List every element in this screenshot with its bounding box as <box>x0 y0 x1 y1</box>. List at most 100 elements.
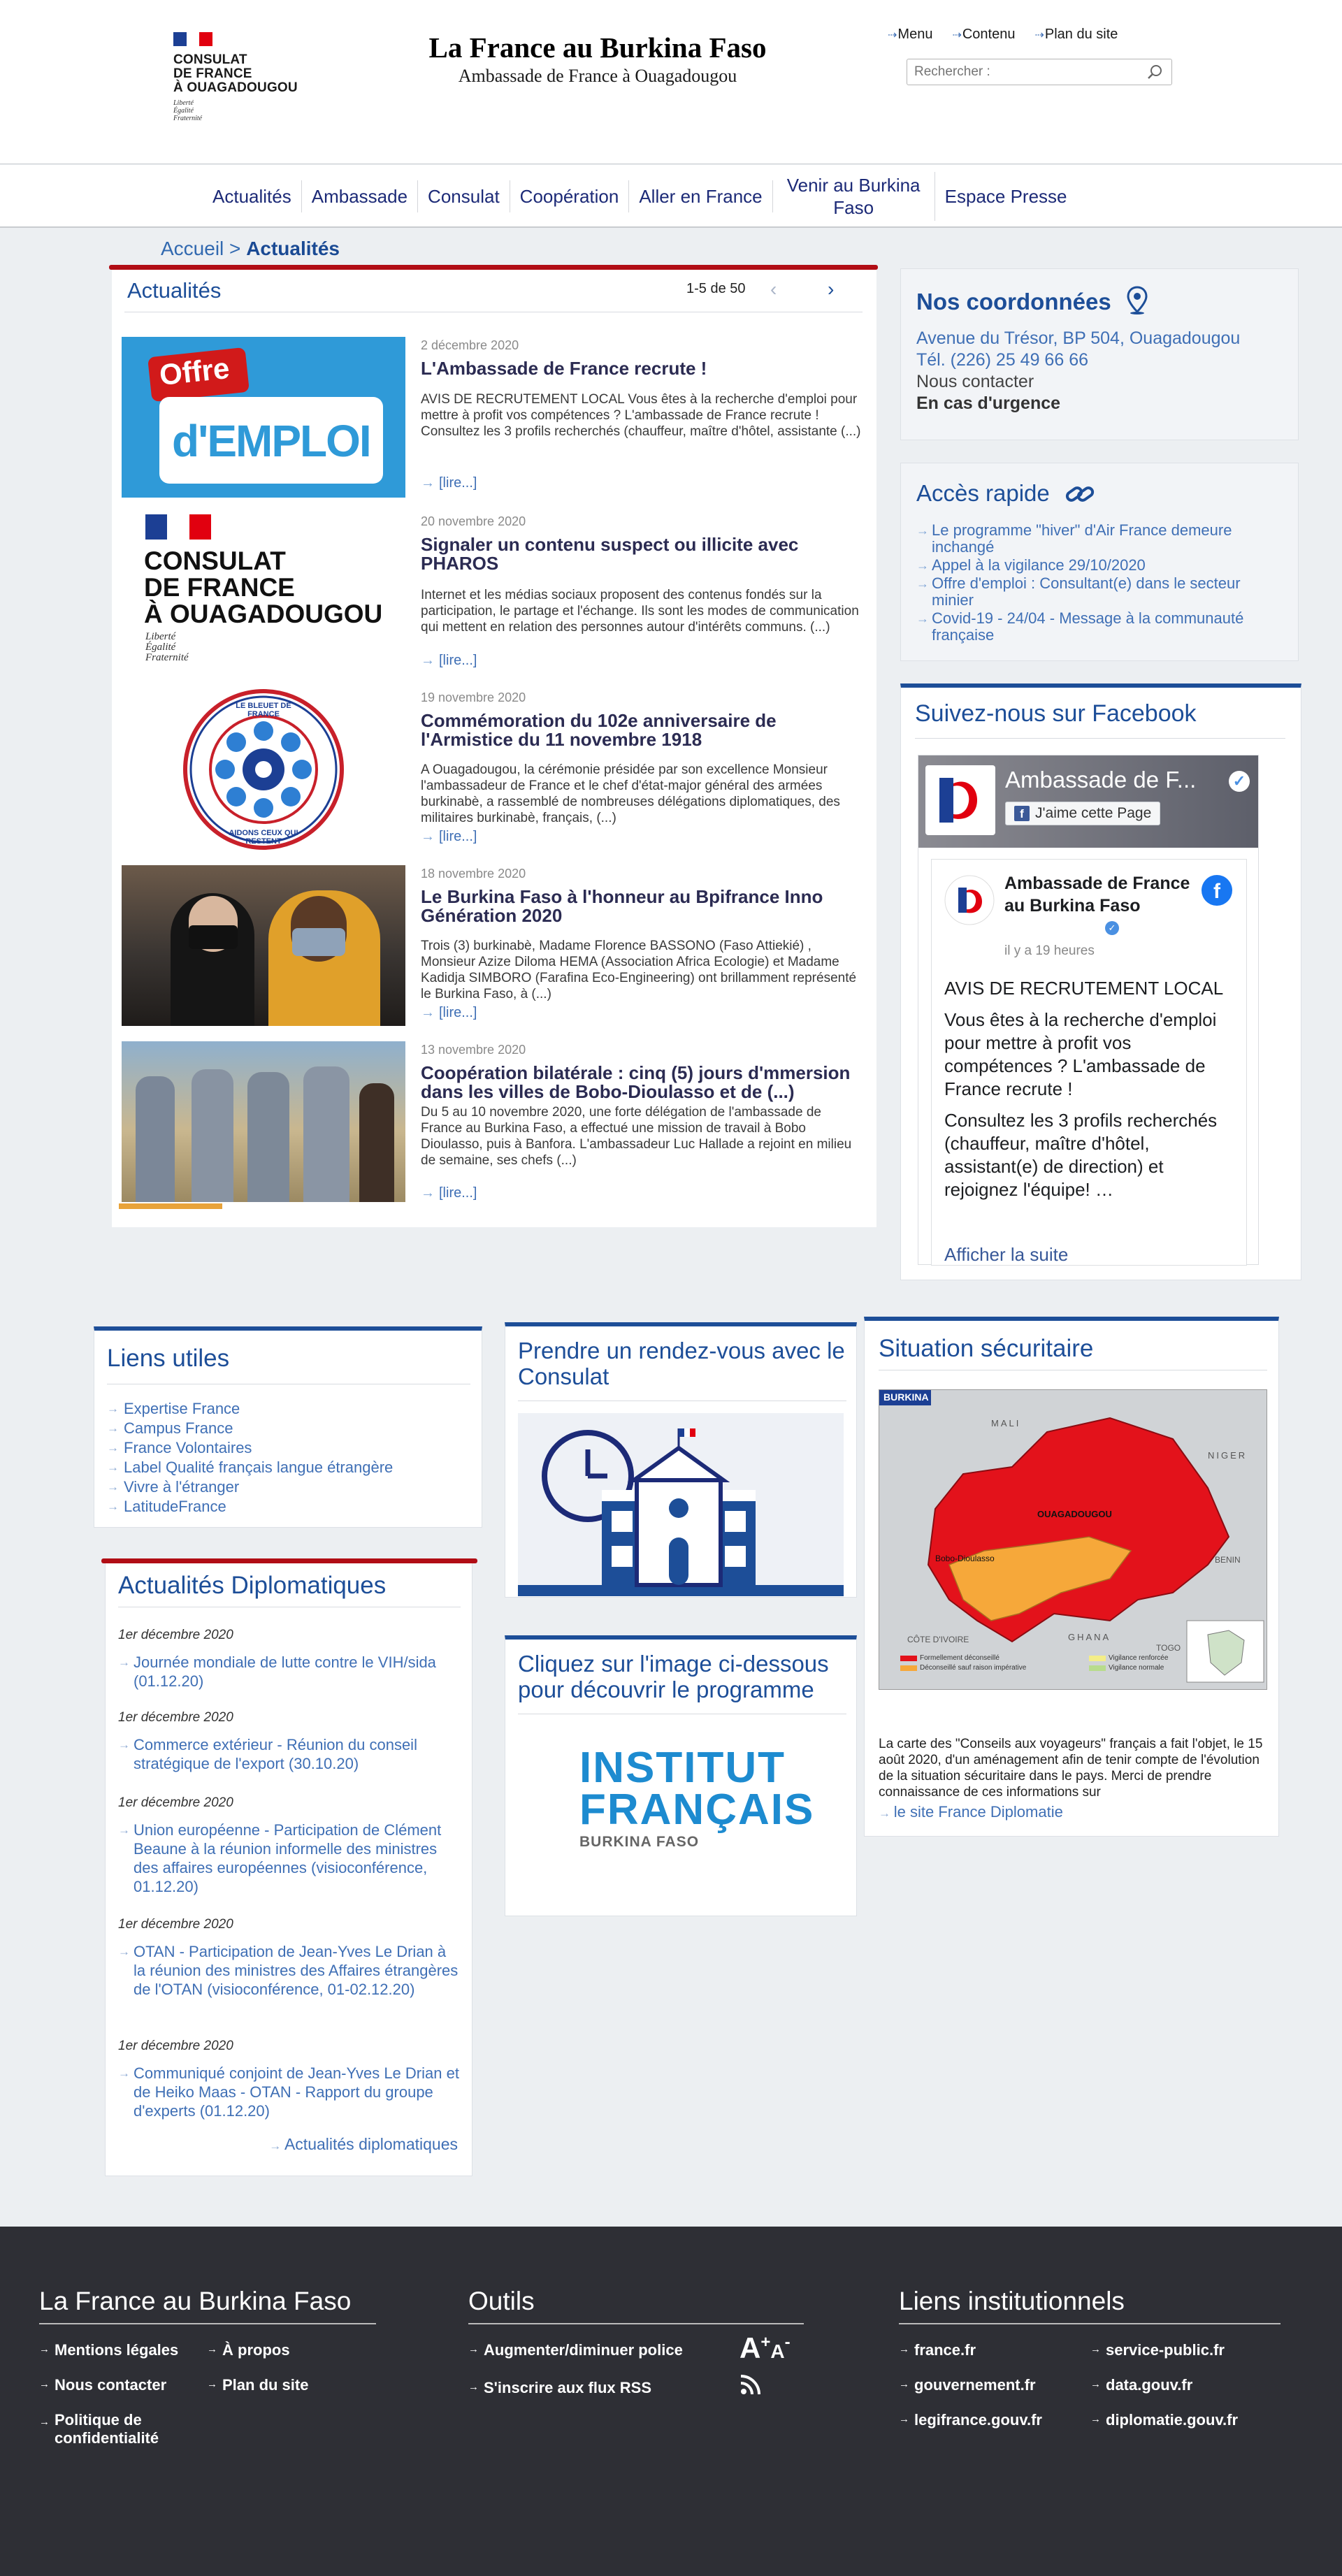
mentions-legales-link[interactable]: Mentions légales <box>39 2341 178 2359</box>
phone-text: Tél. (226) 25 49 66 66 <box>916 350 1088 370</box>
liens-utiles-box: Liens utiles Expertise France Campus Fra… <box>94 1326 482 1528</box>
breadcrumb-home[interactable]: Accueil <box>161 238 224 259</box>
post-page-name[interactable]: Ambassade de France au Burkina Faso <box>1004 872 1193 917</box>
font-size-icon[interactable]: A+A- <box>739 2331 791 2365</box>
urgence-link[interactable]: En cas d'urgence <box>916 393 1240 414</box>
read-more-link[interactable]: → [lire...] <box>421 829 477 845</box>
nav-item-consulat[interactable]: Consulat <box>418 180 510 212</box>
news-title: Actualités <box>127 278 222 303</box>
read-more-link[interactable]: → [lire...] <box>421 1005 477 1021</box>
cooperation-photo[interactable] <box>122 1041 405 1202</box>
arrow-icon: ⇢ <box>888 29 897 41</box>
coordonnees-box: Nos coordonnées Avenue du Trésor, BP 504… <box>900 268 1299 440</box>
data-gouv-link[interactable]: data.gouv.fr <box>1090 2376 1192 2394</box>
facebook-page-name[interactable]: Ambassade de F... <box>1005 767 1196 793</box>
article-title[interactable]: Le Burkina Faso à l'honneur au Bpifrance… <box>421 888 861 925</box>
liens-utiles-link[interactable]: Expertise France <box>107 1399 393 1419</box>
map-place: CÔTE D'IVOIRE <box>907 1635 969 1644</box>
security-map[interactable]: BURKINA MALI NIGER OUAGADOUGOU GHANA BEN… <box>879 1389 1267 1690</box>
nous-contacter-footer-link[interactable]: Nous contacter <box>39 2376 166 2394</box>
article-date: 19 novembre 2020 <box>421 690 526 704</box>
acces-rapide-link[interactable]: Appel à la vigilance 29/10/2020 <box>916 557 1280 574</box>
politique-confidentialite-link[interactable]: Politique de confidentialité <box>39 2411 179 2447</box>
article-title[interactable]: Signaler un contenu suspect ou illicite … <box>421 535 861 573</box>
nous-contacter-link[interactable]: Nous contacter <box>916 371 1240 393</box>
article-date: 2 décembre 2020 <box>421 338 519 352</box>
thumb-text: DE FRANCE <box>144 573 295 602</box>
chevron-left-icon[interactable]: ‹ <box>770 278 777 301</box>
acces-rapide-link[interactable]: Covid-19 - 24/04 - Message à la communau… <box>916 610 1280 644</box>
liens-utiles-link[interactable]: Campus France <box>107 1419 393 1438</box>
nav-item-espace-presse[interactable]: Espace Presse <box>935 180 1077 212</box>
map-legend: Vigilance renforcée <box>1109 1654 1169 1662</box>
legifrance-link[interactable]: legifrance.gouv.fr <box>899 2411 1042 2429</box>
acces-rapide-link[interactable]: Offre d'emploi : Consultant(e) dans le s… <box>916 575 1280 609</box>
acces-rapide-link[interactable]: Le programme "hiver" d'Air France demeur… <box>916 522 1280 556</box>
a-propos-link[interactable]: À propos <box>207 2341 290 2359</box>
font-size-link[interactable]: Augmenter/diminuer police <box>468 2341 683 2359</box>
all-diplo-link[interactable]: → Actualités diplomatiques <box>269 2135 458 2154</box>
institut-francais-box: Cliquez sur l'image ci-dessous pour déco… <box>505 1635 857 1916</box>
article-body: Internet et les médias sociaux proposent… <box>421 588 859 635</box>
gouvernement-link[interactable]: gouvernement.fr <box>899 2376 1036 2394</box>
liens-utiles-link[interactable]: LatitudeFrance <box>107 1497 393 1517</box>
article-title[interactable]: Coopération bilatérale : cinq (5) jours … <box>421 1064 861 1101</box>
article-body: AVIS DE RECRUTEMENT LOCAL Vous êtes à la… <box>421 392 861 439</box>
facebook-cover[interactable]: Ambassade de F... ✓ f J'aime cette Page <box>918 755 1258 848</box>
facebook-logo-icon[interactable]: f <box>1202 875 1232 906</box>
service-public-link[interactable]: service-public.fr <box>1090 2341 1225 2359</box>
link-chain-icon <box>1065 486 1095 502</box>
article-title[interactable]: L'Ambassade de France recrute ! <box>421 359 861 378</box>
like-page-button[interactable]: f J'aime cette Page <box>1005 802 1161 825</box>
see-more-link[interactable]: Afficher la suite <box>944 1244 1068 1266</box>
france-fr-link[interactable]: france.fr <box>899 2341 976 2359</box>
nav-item-actualites[interactable]: Actualités <box>203 180 302 212</box>
chevron-right-icon[interactable]: › <box>828 278 834 301</box>
france-diplomatie-link[interactable]: → le site France Diplomatie <box>879 1803 1063 1821</box>
consulat-logo[interactable]: CONSULAT DE FRANCE À OUAGADOUGOU Liberté… <box>173 32 341 122</box>
diplo-link[interactable]: Communiqué conjoint de Jean-Yves Le Dria… <box>118 2064 461 2120</box>
read-more-link[interactable]: → [lire...] <box>421 1185 477 1201</box>
liens-utiles-link[interactable]: Label Qualité français langue étrangère <box>107 1458 393 1477</box>
rss-icon[interactable] <box>739 2375 760 2396</box>
contenu-link[interactable]: ⇢ Contenu <box>952 27 1015 43</box>
search-icon[interactable] <box>1146 64 1163 80</box>
consulat-logo-thumbnail[interactable]: CONSULAT DE FRANCE À OUAGADOUGOU Liberté… <box>122 513 405 674</box>
menu-link[interactable]: ⇢ Menu <box>888 27 932 43</box>
diplo-link[interactable]: Journée mondiale de lutte contre le VIH/… <box>118 1653 461 1691</box>
news-article: 18 novembre 2020 Le Burkina Faso à l'hon… <box>122 865 864 1033</box>
bleuet-thumbnail[interactable]: LE BLEUET DE FRANCE AIDONS CEUX QUI REST… <box>122 689 405 850</box>
plan-du-site-footer-link[interactable]: Plan du site <box>207 2376 308 2394</box>
nav-item-ambassade[interactable]: Ambassade <box>302 180 419 212</box>
news-article: 13 novembre 2020 Coopération bilatérale … <box>119 1041 864 1224</box>
post-time: il y a 19 heures <box>1004 943 1095 958</box>
institut-francais-logo[interactable]: INSTITUT FRANÇAIS BURKINA FASO <box>579 1746 813 1851</box>
facebook-post: Ambassade de France au Burkina Faso ✓ f … <box>931 859 1247 1266</box>
diplo-link[interactable]: Commerce extérieur - Réunion du conseil … <box>118 1735 461 1773</box>
plan-du-site-link[interactable]: ⇢ Plan du site <box>1034 27 1118 43</box>
offre-emploi-thumbnail[interactable]: Offre d'EMPLOI <box>122 337 405 498</box>
liens-utiles-link[interactable]: Vivre à l'étranger <box>107 1477 393 1497</box>
location-pin-icon <box>1127 286 1148 314</box>
site-title[interactable]: La France au Burkina Faso <box>391 31 804 64</box>
diplo-link[interactable]: Union européenne - Participation de Clém… <box>118 1821 461 1896</box>
nav-item-venir-au-burkina[interactable]: Venir au Burkina Faso <box>773 172 935 221</box>
diplo-item: 1er décembre 2020 Union européenne - Part… <box>118 1795 461 1896</box>
rss-link[interactable]: S'inscrire aux flux RSS <box>468 2379 651 2397</box>
post-paragraph: AVIS DE RECRUTEMENT LOCAL <box>944 978 1224 999</box>
liens-utiles-link[interactable]: France Volontaires <box>107 1438 393 1458</box>
read-more-link[interactable]: → [lire...] <box>421 475 477 491</box>
read-more-link[interactable]: → [lire...] <box>421 653 477 669</box>
verified-icon: ✓ <box>1105 921 1119 935</box>
diplo-link[interactable]: OTAN - Participation de Jean-Yves Le Dri… <box>118 1942 461 1999</box>
nav-item-aller-en-france[interactable]: Aller en France <box>629 180 773 212</box>
coordonnees-title: Nos coordonnées <box>916 286 1148 315</box>
article-title[interactable]: Commémoration du 102e anniversaire de l'… <box>421 711 861 749</box>
rendez-vous-title[interactable]: Prendre un rendez-vous avec le Consulat <box>518 1338 846 1389</box>
nav-item-cooperation[interactable]: Coopération <box>510 180 630 212</box>
search-input[interactable] <box>907 59 1131 85</box>
bpifrance-photo[interactable] <box>122 865 405 1026</box>
consulat-building-illustration[interactable] <box>518 1413 844 1596</box>
diplomatie-link[interactable]: diplomatie.gouv.fr <box>1090 2411 1238 2429</box>
footer-col-outils: Outils <box>468 2287 804 2324</box>
